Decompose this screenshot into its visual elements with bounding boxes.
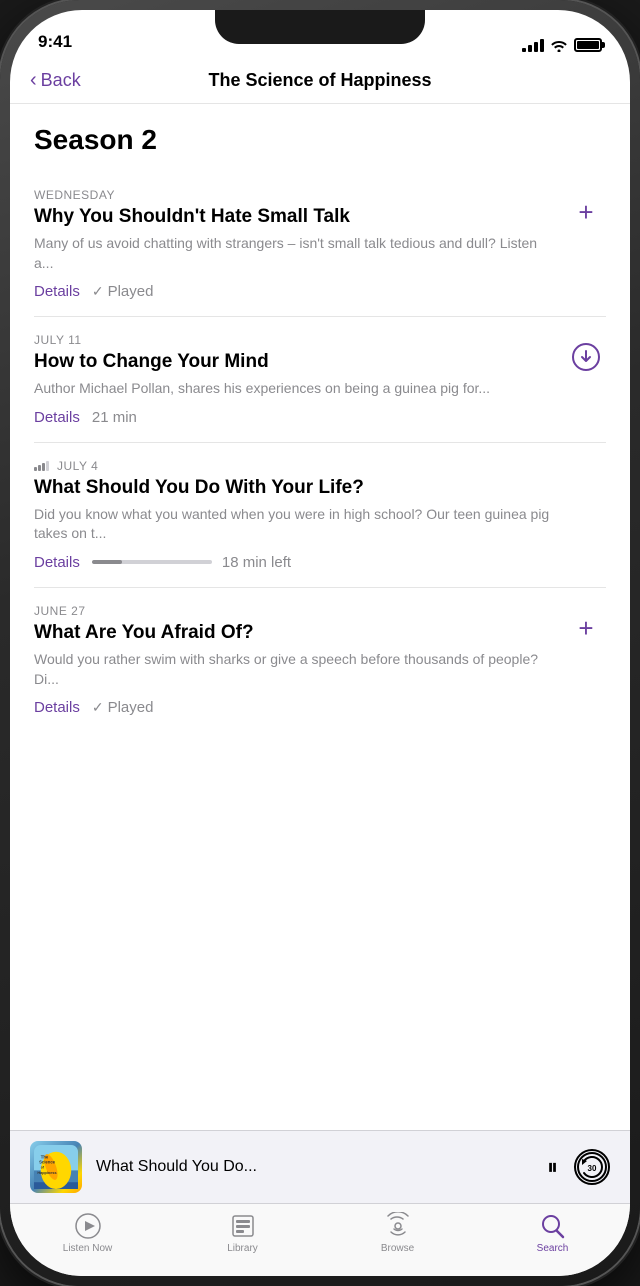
pause-button[interactable]: ⏸ xyxy=(547,1154,558,1180)
add-icon: + xyxy=(578,199,593,225)
antenna-icon xyxy=(385,1212,411,1240)
episode-item: JULY 4 What Should You Do With Your Life… xyxy=(34,443,606,588)
svg-text:Science: Science xyxy=(39,1160,56,1165)
tab-listen-now-label: Listen Now xyxy=(63,1243,112,1254)
back-label: Back xyxy=(41,70,81,91)
skip-forward-button[interactable]: 30 xyxy=(574,1149,610,1185)
status-icons xyxy=(522,38,602,52)
episode-date: JULY 11 xyxy=(34,333,606,347)
episode-meta: Details ✓ Played xyxy=(34,283,606,300)
wifi-icon xyxy=(550,38,568,52)
episode-meta: Details ✓ Played xyxy=(34,699,606,716)
episode-meta: Details 18 min left xyxy=(34,554,606,571)
episode-title: What Are You Afraid Of? xyxy=(34,622,606,644)
episode-item: JUNE 27 What Are You Afraid Of? Would yo… xyxy=(34,588,606,732)
signal-strength-icon xyxy=(522,39,544,52)
played-badge: ✓ Played xyxy=(92,283,154,300)
notch xyxy=(215,10,425,44)
progress-fill xyxy=(92,560,122,564)
signal-bars-small-icon xyxy=(34,461,49,471)
skip-icon: 30 xyxy=(576,1151,608,1183)
episode-action[interactable]: + xyxy=(566,608,606,648)
episode-action[interactable] xyxy=(566,337,606,377)
episode-date: JULY 4 xyxy=(34,459,606,473)
episode-title: How to Change Your Mind xyxy=(34,351,606,373)
album-art-image: The Science of Happiness xyxy=(34,1141,78,1193)
nav-title: The Science of Happiness xyxy=(208,70,431,91)
library-icon xyxy=(230,1212,256,1240)
played-badge: ✓ Played xyxy=(92,699,154,716)
search-icon xyxy=(540,1212,566,1240)
chevron-left-icon: ‹ xyxy=(30,69,37,92)
mini-controls: ⏸ 30 xyxy=(547,1149,610,1185)
album-art: The Science of Happiness xyxy=(30,1141,82,1193)
tab-library[interactable]: Library xyxy=(165,1212,320,1254)
back-button[interactable]: ‹ Back xyxy=(30,69,81,92)
duration-label: 21 min xyxy=(92,409,137,426)
episode-description: Many of us avoid chatting with strangers… xyxy=(34,234,606,273)
episode-item: JULY 11 How to Change Your Mind Author M… xyxy=(34,317,606,443)
status-time: 9:41 xyxy=(38,32,72,52)
details-link[interactable]: Details xyxy=(34,699,80,716)
tab-bar: Listen Now Library xyxy=(10,1203,630,1276)
episode-title: What Should You Do With Your Life? xyxy=(34,477,606,499)
episode-date: JUNE 27 xyxy=(34,604,606,618)
mini-player-title: What Should You Do... xyxy=(96,1158,533,1176)
svg-text:Happiness: Happiness xyxy=(37,1171,56,1175)
details-link[interactable]: Details xyxy=(34,554,80,571)
download-icon xyxy=(570,341,602,373)
progress-label: 18 min left xyxy=(222,554,291,571)
add-icon: + xyxy=(578,615,593,641)
content-area: ‹ Back The Science of Happiness Season 2… xyxy=(10,60,630,1276)
tab-library-label: Library xyxy=(227,1243,258,1254)
episode-meta: Details 21 min xyxy=(34,409,606,426)
tab-search-label: Search xyxy=(537,1243,569,1254)
checkmark-icon: ✓ xyxy=(92,699,104,716)
details-link[interactable]: Details xyxy=(34,283,80,300)
tab-browse[interactable]: Browse xyxy=(320,1212,475,1254)
phone-screen: 9:41 ‹ xyxy=(10,10,630,1276)
episode-description: Author Michael Pollan, shares his experi… xyxy=(34,379,606,399)
tab-search[interactable]: Search xyxy=(475,1212,630,1254)
episodes-scroll[interactable]: Season 2 WEDNESDAY Why You Shouldn't Hat… xyxy=(10,104,630,1130)
details-link[interactable]: Details xyxy=(34,409,80,426)
played-label: Played xyxy=(108,283,154,300)
season-title: Season 2 xyxy=(34,124,606,156)
phone-frame: 9:41 ‹ xyxy=(0,0,640,1286)
mini-player[interactable]: The Science of Happiness What Should You… xyxy=(10,1130,630,1203)
checkmark-icon: ✓ xyxy=(92,283,104,300)
episode-item: WEDNESDAY Why You Shouldn't Hate Small T… xyxy=(34,172,606,317)
episode-description: Would you rather swim with sharks or giv… xyxy=(34,650,606,689)
episode-action[interactable]: + xyxy=(566,192,606,232)
episode-title: Why You Shouldn't Hate Small Talk xyxy=(34,206,606,228)
episode-date: WEDNESDAY xyxy=(34,188,606,202)
played-label: Played xyxy=(108,699,154,716)
nav-header: ‹ Back The Science of Happiness xyxy=(10,60,630,104)
episode-description: Did you know what you wanted when you we… xyxy=(34,505,606,544)
progress-bar xyxy=(92,560,212,564)
play-circle-icon xyxy=(74,1212,102,1240)
progress-row: 18 min left xyxy=(92,554,291,571)
tab-listen-now[interactable]: Listen Now xyxy=(10,1212,165,1254)
tab-browse-label: Browse xyxy=(381,1243,414,1254)
svg-text:30: 30 xyxy=(588,1164,597,1173)
battery-icon xyxy=(574,38,602,52)
